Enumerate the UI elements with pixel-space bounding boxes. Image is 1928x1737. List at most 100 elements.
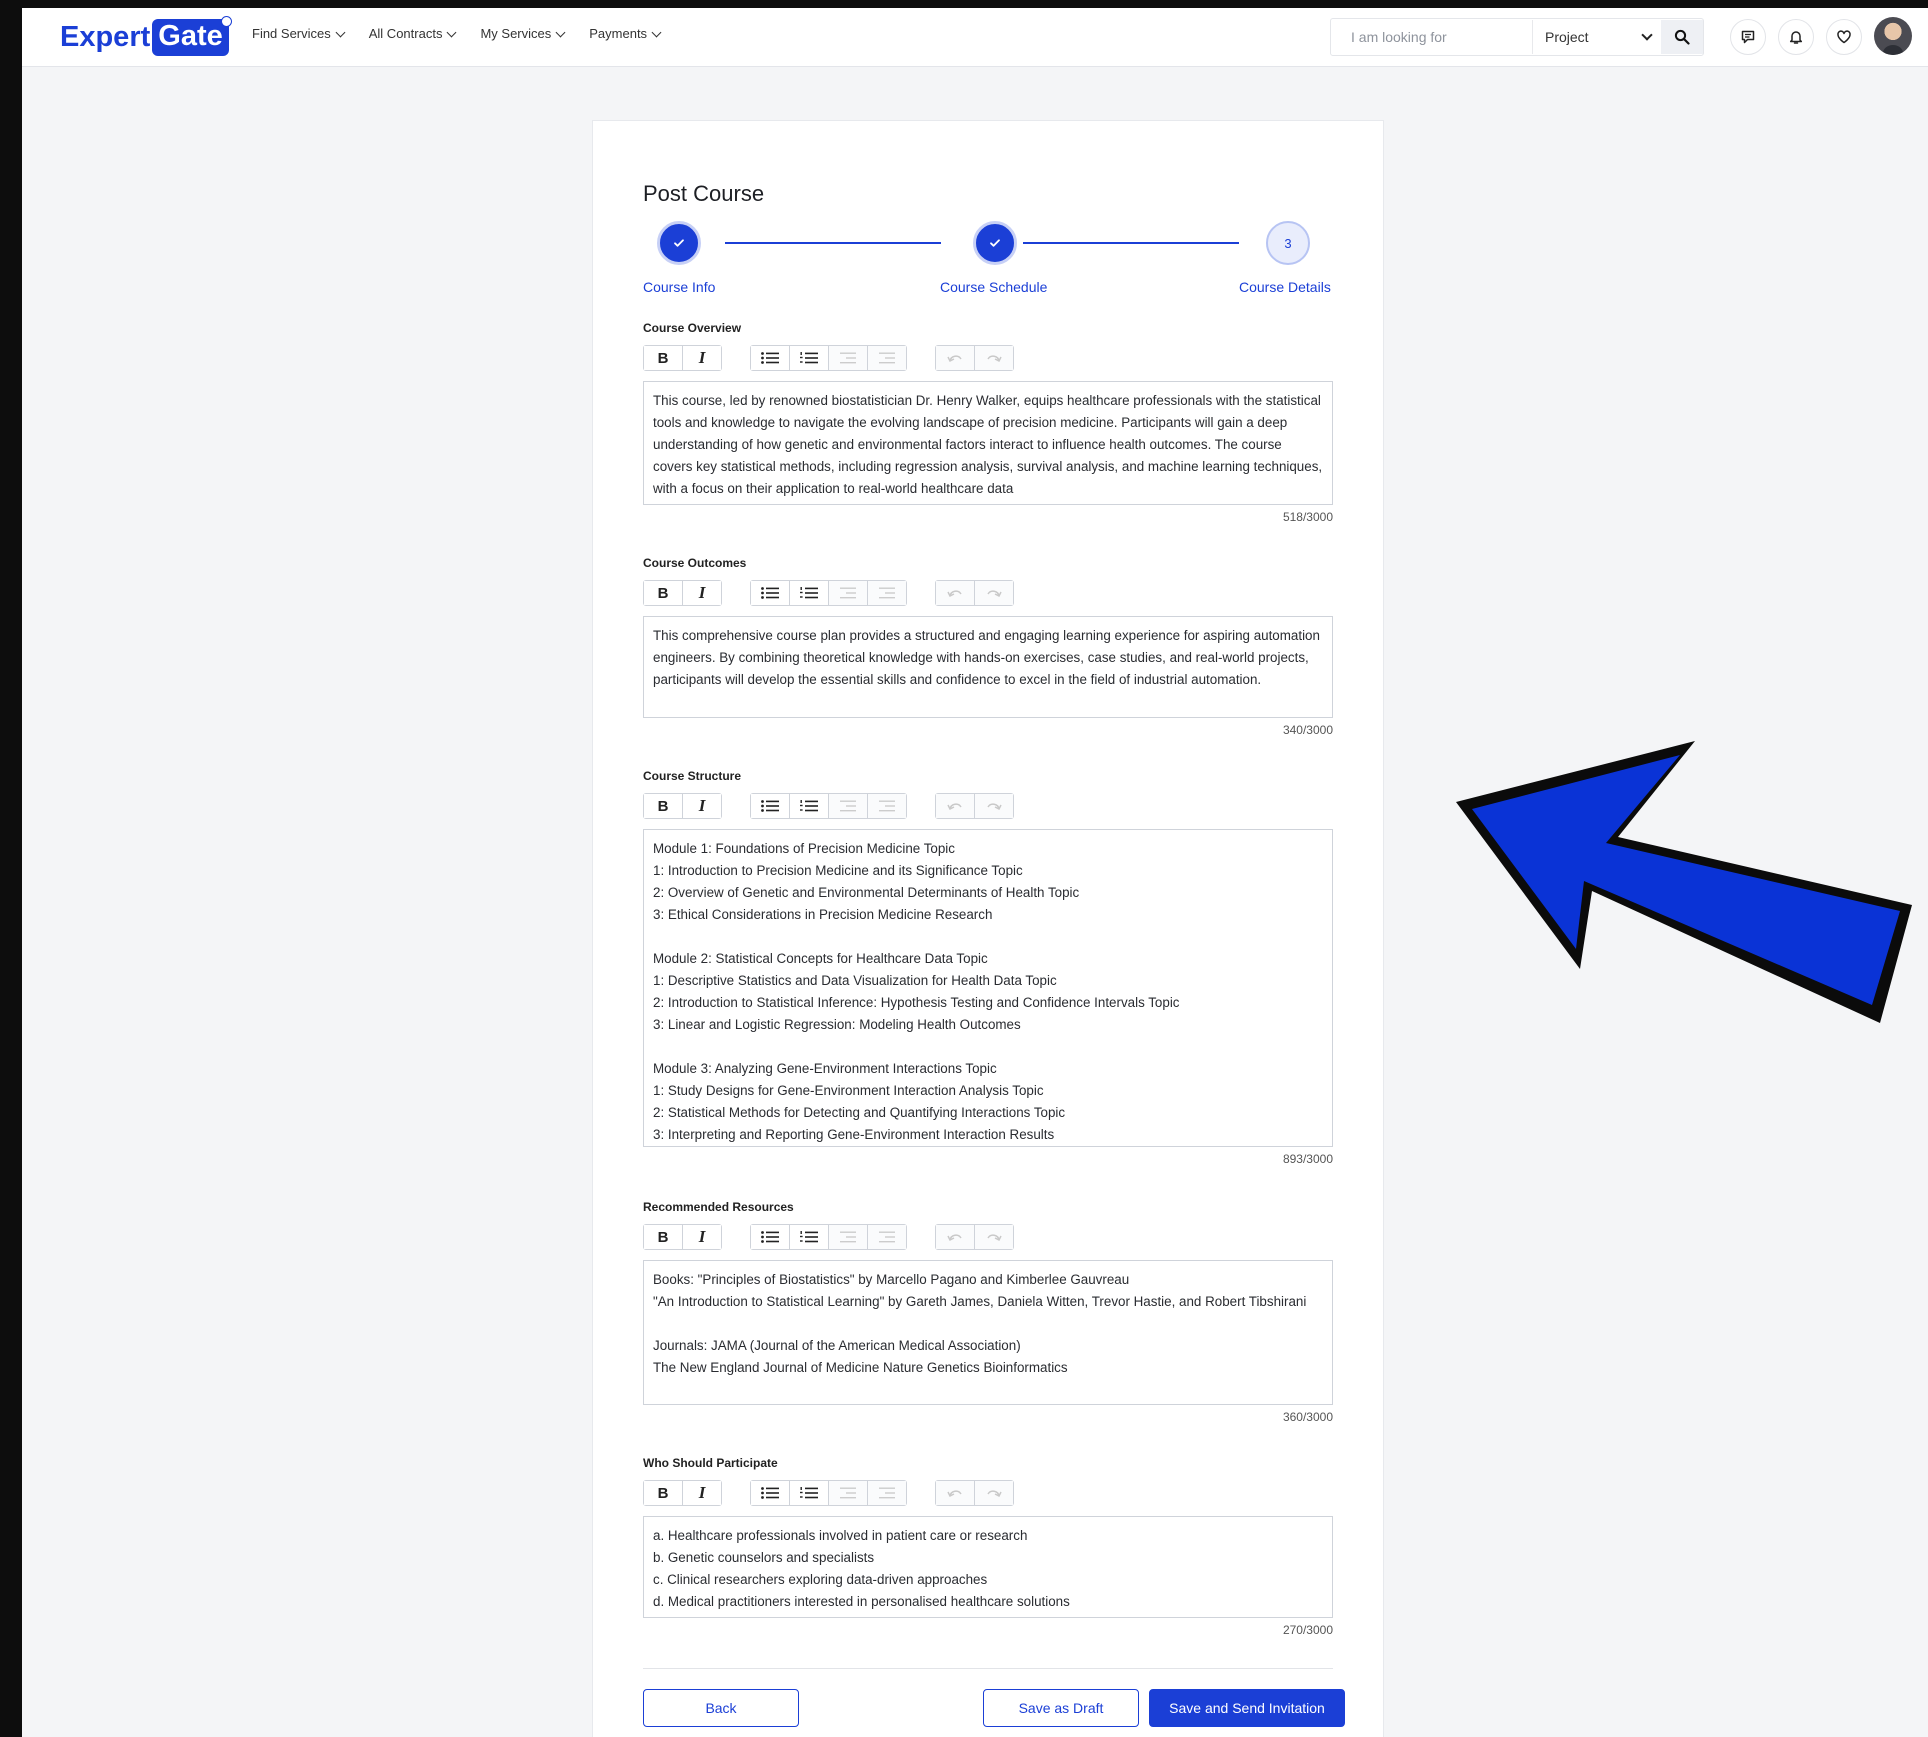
logo-text-gate-label: Gate: [158, 19, 223, 52]
italic-button[interactable]: I: [683, 1225, 721, 1249]
main-nav: Find Services All Contracts My Services …: [252, 26, 662, 41]
italic-icon: I: [698, 796, 706, 815]
undo-button[interactable]: [936, 581, 975, 605]
step-connector-2: [1023, 242, 1239, 244]
who-should-participate-editor[interactable]: a. Healthcare professionals involved in …: [643, 1516, 1333, 1618]
nav-payments[interactable]: Payments: [589, 26, 662, 41]
redo-button[interactable]: [975, 1225, 1013, 1249]
search-input[interactable]: [1331, 20, 1533, 54]
history-group: [935, 793, 1014, 819]
numbered-list-button[interactable]: [790, 794, 829, 818]
nav-all-contracts[interactable]: All Contracts: [369, 26, 457, 41]
bullet-list-button[interactable]: [751, 346, 790, 370]
step-3-number: 3: [1284, 235, 1292, 251]
undo-button[interactable]: [936, 1225, 975, 1249]
course-outcomes-label: Course Outcomes: [643, 556, 747, 570]
save-and-send-invitation-button[interactable]: Save and Send Invitation: [1149, 1689, 1345, 1727]
outdent-button[interactable]: [829, 1481, 868, 1505]
search-type-select[interactable]: Project: [1533, 20, 1661, 54]
numbered-list-button[interactable]: [790, 581, 829, 605]
form-divider: [643, 1668, 1333, 1669]
outdent-button[interactable]: [829, 581, 868, 605]
bullet-list-button[interactable]: [751, 794, 790, 818]
undo-button[interactable]: [936, 794, 975, 818]
nav-find-services-label: Find Services: [252, 26, 331, 41]
search-icon: [1674, 29, 1690, 45]
bullet-list-button[interactable]: [751, 1225, 790, 1249]
bold-button[interactable]: B: [644, 346, 683, 370]
heart-icon: [1837, 30, 1851, 44]
course-structure-editor[interactable]: Module 1: Foundations of Precision Medic…: [643, 829, 1333, 1147]
step-3-label[interactable]: Course Details: [1239, 279, 1331, 295]
step-2-indicator[interactable]: [973, 221, 1017, 265]
recommended-resources-editor[interactable]: Books: "Principles of Biostatistics" by …: [643, 1260, 1333, 1405]
italic-button[interactable]: I: [683, 794, 721, 818]
numbered-list-button[interactable]: [790, 1481, 829, 1505]
bullet-list-button[interactable]: [751, 1481, 790, 1505]
indent-button[interactable]: [868, 581, 906, 605]
indent-button[interactable]: [868, 1225, 906, 1249]
favorites-button[interactable]: [1826, 19, 1862, 55]
outdent-icon: [840, 587, 856, 599]
bold-button[interactable]: B: [644, 794, 683, 818]
indent-button[interactable]: [868, 346, 906, 370]
course-structure-section: Course Structure B I Module 1: Foundatio…: [643, 769, 1333, 1166]
bullet-list-icon: [761, 587, 779, 599]
logo-text-gate: Gate: [152, 15, 232, 56]
format-group: B I: [643, 580, 722, 606]
italic-button[interactable]: I: [683, 346, 721, 370]
indent-icon: [879, 352, 895, 364]
save-as-draft-button[interactable]: Save as Draft: [983, 1689, 1139, 1727]
step-1-indicator[interactable]: [657, 221, 701, 265]
course-overview-editor[interactable]: This course, led by renowned biostatisti…: [643, 381, 1333, 505]
nav-my-services[interactable]: My Services: [480, 26, 566, 41]
undo-button[interactable]: [936, 346, 975, 370]
user-avatar[interactable]: [1874, 17, 1912, 55]
redo-button[interactable]: [975, 1481, 1013, 1505]
rich-text-toolbar: B I: [643, 345, 1333, 371]
redo-button[interactable]: [975, 346, 1013, 370]
step-3-indicator[interactable]: 3: [1266, 221, 1310, 265]
history-group: [935, 345, 1014, 371]
course-outcomes-editor[interactable]: This comprehensive course plan provides …: [643, 616, 1333, 718]
italic-button[interactable]: I: [683, 1481, 721, 1505]
chevron-down-icon: [1641, 29, 1653, 41]
search-button[interactable]: [1661, 20, 1703, 54]
indent-button[interactable]: [868, 794, 906, 818]
indent-button[interactable]: [868, 1481, 906, 1505]
nav-find-services[interactable]: Find Services: [252, 26, 346, 41]
notifications-button[interactable]: [1778, 19, 1814, 55]
messages-button[interactable]: [1730, 19, 1766, 55]
outdent-icon: [840, 800, 856, 812]
step-2-label[interactable]: Course Schedule: [940, 279, 1047, 295]
numbered-list-icon: [800, 800, 818, 812]
redo-button[interactable]: [975, 581, 1013, 605]
italic-button[interactable]: I: [683, 581, 721, 605]
progress-stepper: 3 Course Info Course Schedule Course Det…: [643, 221, 1333, 301]
undo-button[interactable]: [936, 1481, 975, 1505]
numbered-list-button[interactable]: [790, 1225, 829, 1249]
step-1-label[interactable]: Course Info: [643, 279, 715, 295]
annotation-arrow: [1456, 741, 1912, 1023]
post-course-card: Post Course 3 Course Info Course Schedul…: [592, 120, 1384, 1737]
nav-payments-label: Payments: [589, 26, 648, 41]
expertgate-logo[interactable]: Expert Gate: [60, 15, 232, 57]
back-button[interactable]: Back: [643, 1689, 799, 1727]
list-group: [750, 345, 907, 371]
who-should-participate-char-counter: 270/3000: [1282, 1623, 1333, 1637]
list-group: [750, 793, 907, 819]
page-title: Post Course: [643, 181, 765, 206]
redo-button[interactable]: [975, 794, 1013, 818]
chevron-down-icon: [335, 27, 346, 37]
bold-button[interactable]: B: [644, 1481, 683, 1505]
rich-text-toolbar: B I: [643, 1224, 1333, 1250]
bullet-list-button[interactable]: [751, 581, 790, 605]
outdent-button[interactable]: [829, 1225, 868, 1249]
numbered-list-button[interactable]: [790, 346, 829, 370]
outdent-button[interactable]: [829, 794, 868, 818]
outdent-button[interactable]: [829, 346, 868, 370]
bold-button[interactable]: B: [644, 581, 683, 605]
bullet-list-icon: [761, 1231, 779, 1243]
bold-icon: B: [657, 1228, 669, 1246]
bold-button[interactable]: B: [644, 1225, 683, 1249]
